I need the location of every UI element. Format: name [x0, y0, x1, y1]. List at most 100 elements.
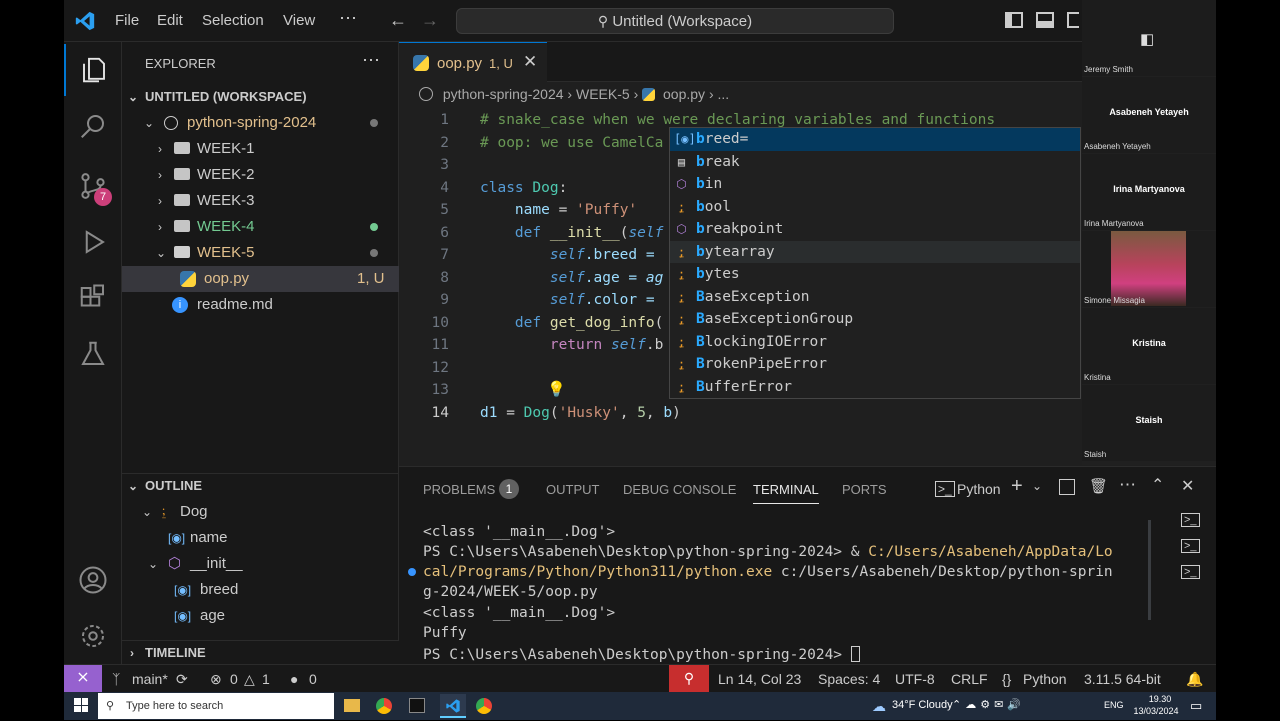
vscode-taskbar-icon[interactable]: [440, 694, 466, 718]
tab-ports[interactable]: PORTS: [842, 482, 887, 497]
menu-selection[interactable]: Selection: [202, 12, 264, 29]
close-icon[interactable]: ✕: [523, 52, 537, 72]
outline-item-name[interactable]: [◉] name: [122, 525, 399, 551]
chrome-icon[interactable]: [476, 698, 492, 714]
suggestion-item[interactable]: ⍮ BaseException: [670, 286, 1080, 309]
language-mode[interactable]: Python: [1023, 671, 1067, 687]
participant-tile[interactable]: ◧ Jeremy Smith: [1082, 0, 1216, 76]
account-icon[interactable]: [64, 554, 122, 606]
suggestion-item[interactable]: ⍮ bytearray: [670, 240, 1080, 263]
sync-icon[interactable]: ⟳: [176, 671, 188, 688]
suggestion-item[interactable]: ▤ break: [670, 151, 1080, 174]
breadcrumb-item[interactable]: python-spring-2024: [443, 86, 564, 102]
new-terminal-icon[interactable]: +: [1011, 475, 1023, 498]
file-oop-py[interactable]: oop.py 1, U: [122, 266, 399, 292]
breadcrumb-item[interactable]: oop.py: [663, 86, 705, 102]
forward-arrow-icon[interactable]: →: [421, 10, 439, 31]
end-of-line[interactable]: CRLF: [951, 671, 988, 687]
indentation[interactable]: Spaces: 4: [818, 671, 880, 687]
suggestion-item[interactable]: ⍮ BrokenPipeError: [670, 353, 1080, 376]
tab-terminal[interactable]: TERMINAL: [753, 482, 819, 504]
source-control-icon[interactable]: 7: [64, 160, 122, 212]
taskbar-search-input[interactable]: ⚲ Type here to search: [98, 693, 334, 719]
suggestion-item[interactable]: [◉] breed=: [670, 128, 1080, 151]
outline-header[interactable]: ⌄ OUTLINE: [122, 473, 399, 497]
menu-file[interactable]: File: [115, 12, 139, 29]
warning-count[interactable]: 1: [262, 671, 270, 687]
code-editor[interactable]: 1 2 3 4 5 6 7 8 9 10 11 12 13 14 # snake…: [399, 108, 1081, 466]
participant-tile[interactable]: Simone Missagia: [1082, 231, 1216, 307]
participant-tile[interactable]: Kristina Kristina: [1082, 308, 1216, 384]
terminal-instance-icon[interactable]: >_: [1181, 565, 1200, 579]
encoding[interactable]: UTF-8: [895, 671, 935, 687]
menu-more[interactable]: ⋯: [339, 8, 357, 29]
python-interpreter[interactable]: 3.11.5 64-bit: [1084, 671, 1161, 687]
toggle-panel-icon[interactable]: [1036, 12, 1054, 28]
suggestion-item[interactable]: ⍮ bytes: [670, 263, 1080, 286]
notification-center-icon[interactable]: ▭: [1190, 698, 1202, 714]
participant-tile[interactable]: Asabeneh Yetayeh Asabeneh Yetayeh: [1082, 77, 1216, 153]
file-readme-md[interactable]: i readme.md: [122, 292, 399, 318]
back-arrow-icon[interactable]: ←: [389, 10, 407, 31]
clock-date[interactable]: 13/03/2024: [1130, 706, 1182, 716]
menu-view[interactable]: View: [283, 12, 315, 29]
windows-start-icon[interactable]: [74, 698, 88, 712]
remote-icon[interactable]: ⨯: [64, 665, 102, 692]
extensions-icon[interactable]: [64, 272, 122, 324]
search-icon[interactable]: [64, 100, 122, 152]
outline-item-age[interactable]: [◉] age: [122, 603, 399, 629]
notifications-bell-icon[interactable]: 🔔: [1186, 671, 1203, 688]
weather-text[interactable]: 34°F Cloudy: [892, 699, 953, 711]
menu-edit[interactable]: Edit: [157, 12, 183, 29]
settings-gear-icon[interactable]: [64, 610, 122, 662]
chevron-down-icon[interactable]: ⌄: [1032, 479, 1042, 493]
toggle-sidebar-icon[interactable]: [1005, 12, 1023, 28]
folder-week-4[interactable]: › WEEK-4: [122, 214, 399, 240]
more-actions-icon[interactable]: ⋯: [1119, 475, 1136, 495]
folder-week-1[interactable]: › WEEK-1: [122, 136, 399, 162]
participant-tile[interactable]: Irina Martyanova Irina Martyanova: [1082, 154, 1216, 230]
suggestion-item[interactable]: ⍮ bool: [670, 196, 1080, 219]
branch-label[interactable]: main*: [132, 671, 168, 687]
outline-item-dog[interactable]: ⌄ ⍮ Dog: [122, 499, 399, 525]
terminal-instance-icon[interactable]: >_: [1181, 513, 1200, 527]
workspace-header[interactable]: ⌄ UNTITLED (WORKSPACE): [122, 84, 399, 110]
maximize-panel-icon[interactable]: ⌃: [1151, 475, 1164, 495]
close-panel-icon[interactable]: ✕: [1181, 476, 1194, 496]
suggestion-item[interactable]: ⍮ BlockingIOError: [670, 331, 1080, 354]
terminal-instance-icon[interactable]: >_: [1181, 539, 1200, 553]
more-actions-icon[interactable]: ⋯: [362, 50, 380, 71]
system-tray-icons[interactable]: ⌃☁⚙✉🔊: [952, 698, 1025, 711]
tab-output[interactable]: OUTPUT: [546, 482, 599, 497]
suggestion-item[interactable]: ⍮ BufferError: [670, 376, 1080, 399]
scrollbar[interactable]: [1148, 520, 1151, 620]
breadcrumb-item[interactable]: WEEK-5: [576, 86, 630, 102]
cursor-position[interactable]: Ln 14, Col 23: [718, 671, 801, 687]
command-center-search[interactable]: ⚲ Untitled (Workspace): [456, 8, 894, 34]
clock-time[interactable]: 19.30: [1140, 694, 1180, 704]
explorer-icon[interactable]: [64, 44, 122, 96]
participant-tile[interactable]: Staish Staish: [1082, 385, 1216, 461]
testing-icon[interactable]: [64, 328, 122, 380]
toggle-secondary-sidebar-icon[interactable]: [1067, 12, 1079, 28]
run-debug-icon[interactable]: [64, 216, 122, 268]
breadcrumb-item[interactable]: ...: [718, 86, 730, 102]
tab-debug-console[interactable]: DEBUG CONSOLE: [623, 482, 736, 497]
timeline-header[interactable]: › TIMELINE: [122, 640, 399, 664]
ports-count[interactable]: 0: [309, 671, 317, 687]
folder-week-3[interactable]: › WEEK-3: [122, 188, 399, 214]
file-explorer-icon[interactable]: [344, 699, 360, 712]
error-count[interactable]: 0: [230, 671, 238, 687]
suggestion-item[interactable]: ⬡ bin: [670, 173, 1080, 196]
trash-icon[interactable]: 🗑: [1089, 477, 1108, 495]
suggestion-item[interactable]: ⍮ BaseExceptionGroup: [670, 308, 1080, 331]
split-terminal-icon[interactable]: [1059, 479, 1075, 495]
chrome-icon[interactable]: [376, 698, 392, 714]
folder-week-5[interactable]: ⌄ WEEK-5: [122, 240, 399, 266]
tab-problems[interactable]: PROBLEMS: [423, 482, 495, 497]
input-language[interactable]: ENG: [1104, 700, 1124, 710]
suggestion-item[interactable]: ⬡ breakpoint: [670, 218, 1080, 241]
outline-item-init[interactable]: ⌄ ⬡ __init__: [122, 551, 399, 577]
terminal-shell-label[interactable]: Python: [957, 481, 1001, 497]
folder-python-spring-2024[interactable]: ⌄ python-spring-2024: [122, 110, 399, 136]
